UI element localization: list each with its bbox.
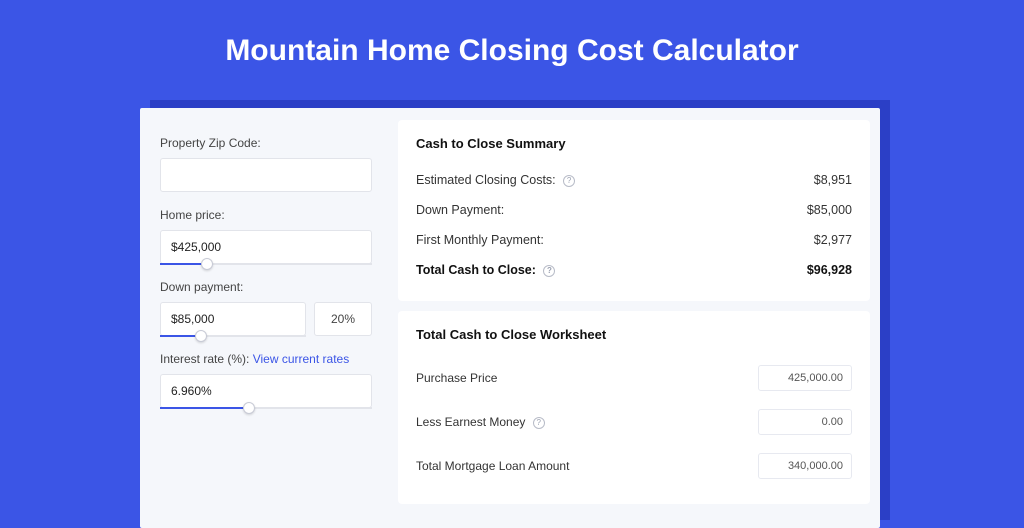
interest-rate-label: Interest rate (%): View current rates (160, 352, 372, 366)
zip-field: Property Zip Code: (160, 136, 372, 192)
summary-row: Down Payment: $85,000 (416, 195, 852, 225)
interest-rate-field: Interest rate (%): View current rates (160, 352, 372, 408)
slider-fill (160, 263, 207, 265)
inputs-column: Property Zip Code: Home price: Down paym… (140, 108, 390, 528)
summary-row-value: $2,977 (814, 233, 852, 247)
summary-total-value: $96,928 (807, 263, 852, 277)
worksheet-heading: Total Cash to Close Worksheet (416, 327, 852, 342)
results-column: Cash to Close Summary Estimated Closing … (390, 108, 880, 528)
summary-row-value: $8,951 (814, 173, 852, 187)
worksheet-row: Total Mortgage Loan Amount 340,000.00 (416, 444, 852, 488)
calculator-panel: Property Zip Code: Home price: Down paym… (140, 108, 880, 528)
view-rates-link[interactable]: View current rates (253, 352, 350, 366)
summary-row: Estimated Closing Costs: ? $8,951 (416, 165, 852, 195)
worksheet-row-label: Less Earnest Money (416, 415, 525, 429)
interest-rate-slider[interactable] (160, 374, 372, 408)
slider-thumb[interactable] (201, 258, 213, 270)
slider-thumb[interactable] (195, 330, 207, 342)
summary-total-label: Total Cash to Close: (416, 263, 536, 277)
summary-total-row: Total Cash to Close: ? $96,928 (416, 255, 852, 285)
down-payment-slider[interactable] (160, 302, 306, 336)
summary-row-label: First Monthly Payment: (416, 233, 544, 247)
help-icon[interactable]: ? (543, 265, 555, 277)
home-price-label: Home price: (160, 208, 372, 222)
down-payment-label: Down payment: (160, 280, 372, 294)
worksheet-row-value[interactable]: 0.00 (758, 409, 852, 435)
worksheet-card: Total Cash to Close Worksheet Purchase P… (398, 311, 870, 504)
worksheet-row: Less Earnest Money ? 0.00 (416, 400, 852, 444)
down-payment-field: Down payment: 20% (160, 280, 372, 336)
interest-rate-input[interactable] (160, 374, 372, 408)
help-icon[interactable]: ? (533, 417, 545, 429)
down-payment-pct[interactable]: 20% (314, 302, 372, 336)
zip-input[interactable] (160, 158, 372, 192)
slider-fill (160, 407, 249, 409)
summary-row-label: Down Payment: (416, 203, 504, 217)
help-icon[interactable]: ? (563, 175, 575, 187)
worksheet-row-label: Total Mortgage Loan Amount (416, 459, 569, 473)
summary-card: Cash to Close Summary Estimated Closing … (398, 120, 870, 301)
summary-row-label: Estimated Closing Costs: (416, 173, 556, 187)
slider-thumb[interactable] (243, 402, 255, 414)
down-payment-input[interactable] (160, 302, 306, 336)
summary-row: First Monthly Payment: $2,977 (416, 225, 852, 255)
interest-rate-label-text: Interest rate (%): (160, 352, 249, 366)
worksheet-row-value[interactable]: 340,000.00 (758, 453, 852, 479)
summary-heading: Cash to Close Summary (416, 136, 852, 151)
worksheet-row-label: Purchase Price (416, 371, 497, 385)
worksheet-row-value[interactable]: 425,000.00 (758, 365, 852, 391)
home-price-field: Home price: (160, 208, 372, 264)
page-title: Mountain Home Closing Cost Calculator (0, 0, 1024, 94)
home-price-input[interactable] (160, 230, 372, 264)
zip-label: Property Zip Code: (160, 136, 372, 150)
worksheet-row: Purchase Price 425,000.00 (416, 356, 852, 400)
summary-row-value: $85,000 (807, 203, 852, 217)
home-price-slider[interactable] (160, 230, 372, 264)
